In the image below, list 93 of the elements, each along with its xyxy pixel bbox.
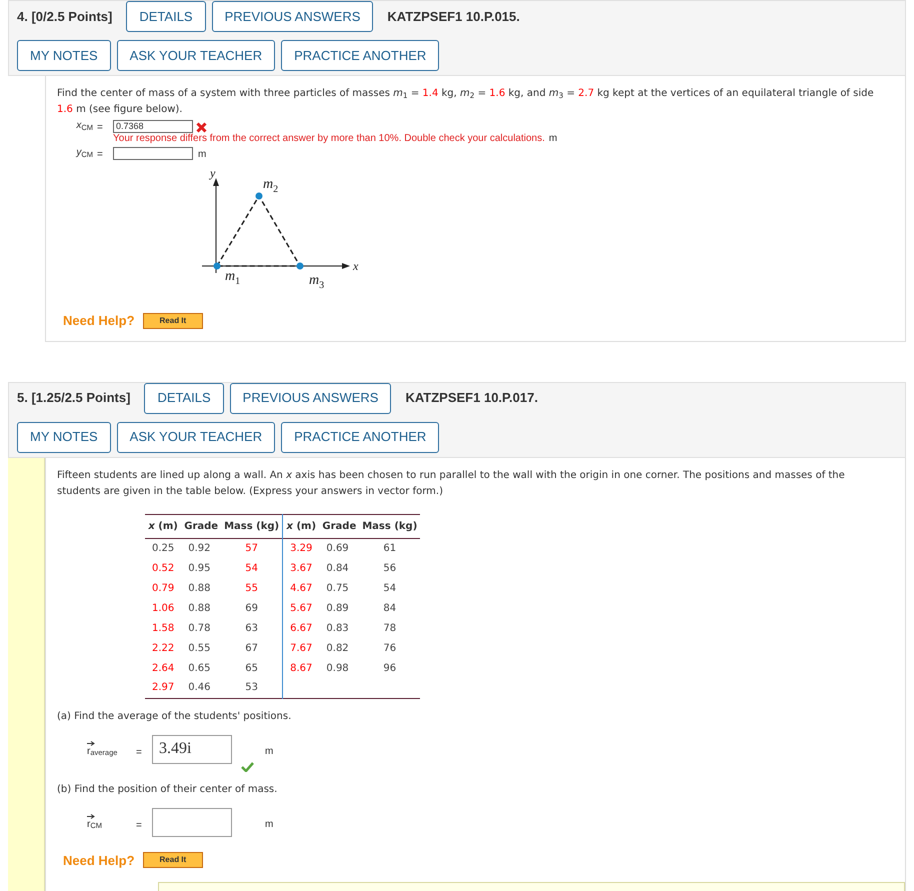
header-button[interactable]: PRACTICE ANOTHER (281, 422, 440, 452)
table-cell: 63 (221, 618, 283, 638)
header-button[interactable]: ASK YOUR TEACHER (116, 422, 276, 452)
table-cell-text: 0.84 (325, 562, 350, 576)
table-cell: 0.25 (145, 538, 182, 558)
header-button[interactable]: ASK YOUR TEACHER (116, 40, 276, 71)
table-cell: 61 (359, 538, 420, 558)
question-text: Fifteen students are lined up along a wall. An x axis has been chosen to run parallel to the wall with the origin in one corner. The positions and masses of the students are given in the table below. (Express your answers in vector form.) (57, 468, 846, 498)
table-cell: 67 (221, 638, 283, 658)
read-it-button[interactable]: Read It (142, 852, 204, 868)
table-cell-text: 0.78 (187, 622, 212, 636)
column-header: Mass (kg) (221, 514, 283, 538)
table-cell-text: 0.52 (151, 562, 176, 576)
table-cell: 65 (221, 658, 283, 678)
equals-sign: = (97, 121, 104, 135)
table-cell: 4.67 (282, 578, 320, 598)
table-cell-text: 0.79 (151, 582, 176, 596)
answer-label: r$_{CM}$ (87, 818, 102, 830)
table-cell-text: 0.82 (325, 642, 350, 656)
mass-label: m$_{3}$ (309, 273, 324, 291)
table-cell: 7.67 (282, 638, 320, 658)
question-text: (b) Find the position of their center of mass. (57, 782, 278, 796)
table-cell-text: 2.22 (151, 642, 176, 656)
table-cell-text: 0.83 (325, 622, 350, 636)
table-cell-text: 76 (382, 642, 398, 656)
mass-label: m$_{1}$ (225, 269, 240, 287)
header-button[interactable]: MY NOTES (17, 40, 111, 71)
header-button[interactable]: PREVIOUS ANSWERS (230, 382, 392, 414)
answer-label: y$_{CM}$ (76, 147, 93, 158)
table-cell-text: 0.65 (187, 662, 212, 676)
table-cell: 0.69 (319, 538, 360, 558)
mass-label: m$_{2}$ (263, 177, 278, 195)
problem-code: KATZPSEF1 10.P.015. (386, 8, 520, 26)
help-label: Need Help? (63, 312, 135, 330)
header-button[interactable]: DETAILS (144, 382, 224, 414)
table-cell: 8.67 (282, 658, 320, 678)
column-header: Grade (319, 514, 360, 538)
help-label: Need Help? (63, 852, 135, 870)
table-cell: 6.67 (282, 618, 320, 638)
header-button[interactable]: PRACTICE ANOTHER (281, 40, 440, 71)
table-cell: 0.92 (181, 538, 222, 558)
answer-field[interactable]: 3.49i (152, 734, 232, 764)
question-text: (a) Find the average of the students' positions. (57, 710, 292, 724)
table-cell-text: 2.64 (151, 662, 176, 676)
table-cell-text: 78 (382, 622, 398, 636)
column-header: x (m) (145, 514, 182, 538)
answer-field[interactable]: 0.7368 (113, 120, 193, 133)
header-button[interactable]: DETAILS (126, 1, 206, 32)
table-cell-text: 96 (382, 662, 398, 676)
table-cell-text: 1.58 (151, 622, 176, 636)
table-cell: 69 (221, 598, 283, 618)
answer-label: r$_{average}$ (87, 746, 118, 756)
problem-code: KATZPSEF1 10.P.017. (404, 389, 538, 408)
table-cell-text: 1.06 (151, 602, 176, 616)
header-button[interactable]: PREVIOUS ANSWERS (212, 1, 374, 32)
error-message: Your response differs from the correct answer by more than 10%. Double check your calculations. (113, 133, 545, 145)
column-header: Mass (kg) (359, 514, 420, 538)
table-cell: 0.46 (181, 678, 222, 698)
equals-sign: = (136, 746, 143, 760)
table-cell-text: 0.98 (325, 662, 350, 676)
table-cell-text: 0.88 (187, 582, 212, 596)
equals-sign: = (136, 818, 143, 832)
table-cell-text: 54 (382, 582, 398, 596)
table-cell: 54 (221, 558, 283, 578)
axis-label: y (210, 168, 216, 180)
table-cell-text: 0.55 (187, 642, 212, 656)
unit-label: m (548, 133, 558, 145)
table-cell: 55 (221, 578, 283, 598)
table-cell-text: 84 (382, 602, 398, 616)
answer-label: x$_{CM}$ (76, 120, 93, 131)
header-button[interactable]: MY NOTES (17, 422, 111, 452)
table-cell: 3.67 (282, 558, 320, 578)
unit-label: m (198, 148, 206, 162)
table-cell: 2.97 (145, 678, 182, 698)
table-cell: 3.29 (282, 538, 320, 558)
problem-number: 4. [0/2.5 Points] (17, 8, 114, 26)
unit-label: m (265, 818, 274, 832)
table-cell-text: 0.89 (325, 602, 350, 616)
table-cell: 5.67 (282, 598, 320, 618)
problem-number: 5. [1.25/2.5 Points] (17, 389, 132, 408)
axis-label: x (353, 259, 358, 273)
unit-label: m (265, 744, 274, 758)
table-cell-text: 0.95 (187, 562, 212, 576)
equals-sign: = (97, 148, 104, 162)
table-cell: 53 (221, 678, 283, 698)
table-cell-text: 0.88 (187, 602, 212, 616)
column-header: Grade (181, 514, 222, 538)
column-header: x (m) (282, 514, 320, 538)
table-cell: 57 (221, 538, 283, 558)
read-it-button[interactable]: Read It (142, 312, 204, 329)
table-cell-text: 0.75 (325, 582, 350, 596)
table-cell-text: 56 (382, 562, 398, 576)
question-text: Find the center of mass of a system with three particles of masses m$_{1}$ = 1.4 kg, m$_{2}$ = 1.6 kg, and m$_{3}$ = 2.7 kg kept at the vertices of an equilateral triangle of side 1.6 m (see figure below). (57, 87, 875, 117)
